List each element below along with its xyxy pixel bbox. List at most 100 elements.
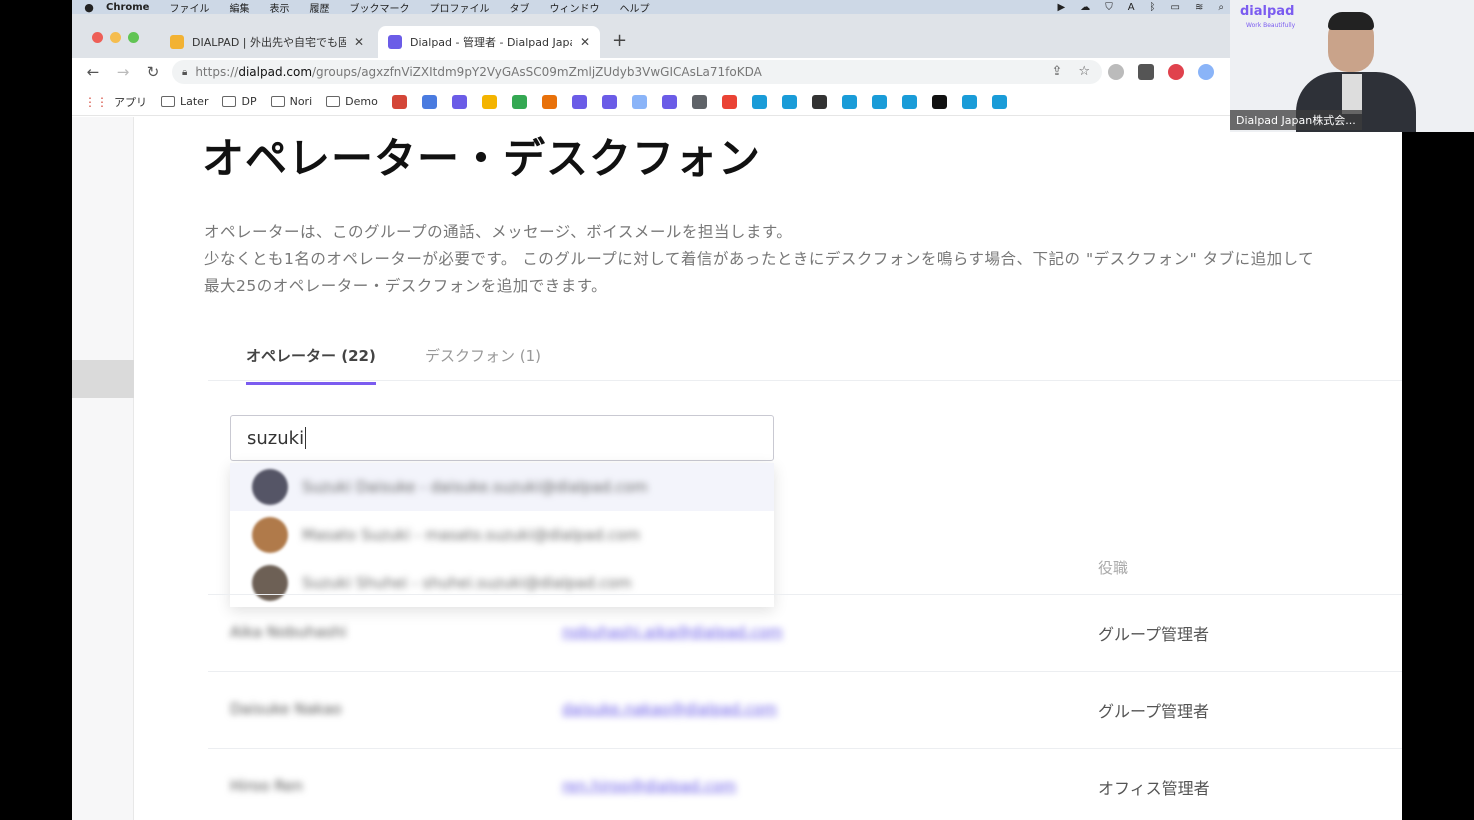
close-tab-icon[interactable]: ✕ — [354, 35, 364, 49]
avatar — [252, 469, 288, 505]
menu-help[interactable]: ヘルプ — [619, 0, 649, 15]
browser-window: DIALPAD | 外出先や自宅でも固定 ✕ Dialpad - 管理者 - D… — [72, 14, 1402, 820]
bookmark-label: Demo — [345, 95, 378, 108]
bookmark-favicon-icon[interactable] — [691, 94, 707, 109]
menu-view[interactable]: 表示 — [269, 0, 289, 15]
extension-icon[interactable] — [1168, 64, 1184, 80]
battery-icon[interactable]: ▭ — [1171, 2, 1180, 13]
browser-tab-dialpad-lp[interactable]: DIALPAD | 外出先や自宅でも固定 ✕ — [160, 26, 374, 58]
extension-icon[interactable] — [1198, 64, 1214, 80]
menu-edit[interactable]: 編集 — [229, 0, 249, 15]
back-icon[interactable]: ← — [78, 63, 108, 81]
browser-toolbar: ← → ↻ 🔒︎ https://dialpad.com/groups/agxz… — [72, 58, 1402, 86]
zoom-window-button[interactable] — [128, 32, 139, 43]
menu-profile[interactable]: プロファイル — [429, 0, 489, 15]
bookmark-favicon-icon[interactable] — [451, 94, 467, 109]
close-window-button[interactable] — [92, 32, 103, 43]
bookmark-folder-later[interactable]: Later — [161, 95, 208, 108]
row-role: グループ管理者 — [1098, 702, 1210, 721]
tab-operators[interactable]: オペレーター (22) — [246, 345, 376, 385]
row-name: Hiroo Ren — [230, 777, 303, 795]
avatar — [252, 517, 288, 553]
bookmark-apps[interactable]: ⋮⋮ アプリ — [84, 94, 147, 110]
tab-deskphones[interactable]: デスクフォン (1) — [425, 345, 541, 382]
description-line-2: 少なくとも1名のオペレーターが必要です。 このグループに対して着信があったときに… — [204, 250, 1315, 268]
presenter-shirt — [1342, 74, 1362, 114]
extension-icons — [1108, 64, 1214, 80]
tab-title: Dialpad - 管理者 - Dialpad Japa — [410, 36, 572, 49]
bookmark-favicon-icon[interactable] — [511, 94, 527, 109]
bookmark-label: Nori — [289, 95, 313, 108]
suggestion-item[interactable]: Suzuki Daisuke - daisuke.suzuki@dialpad.… — [230, 463, 774, 511]
close-tab-icon[interactable]: ✕ — [580, 35, 590, 49]
table-row[interactable]: Daisuke Nakao daisuke.nakao@dialpad.com … — [208, 671, 1402, 748]
row-email-link[interactable]: nobuhashi.aika@dialpad.com — [562, 623, 783, 641]
bookmark-favicon-icon[interactable] — [601, 94, 617, 109]
apple-menu-icon[interactable]: ● — [72, 1, 106, 14]
bookmark-star-icon[interactable]: ☆ — [1078, 64, 1090, 79]
bookmark-folder-nori[interactable]: Nori — [270, 95, 313, 108]
bookmark-favicon-icon[interactable] — [991, 94, 1007, 109]
menu-file[interactable]: ファイル — [169, 0, 209, 15]
shield-icon[interactable]: ⛉ — [1105, 2, 1113, 13]
text-caret — [305, 427, 307, 449]
row-email-link[interactable]: daisuke.nakao@dialpad.com — [562, 700, 777, 718]
left-nav — [72, 117, 134, 820]
bookmark-favicon-icon[interactable] — [931, 94, 947, 109]
bookmark-favicon-icon[interactable] — [811, 94, 827, 109]
search-value: suzuki — [247, 427, 305, 449]
browser-tab-dialpad-admin[interactable]: Dialpad - 管理者 - Dialpad Japa ✕ — [378, 26, 600, 58]
bookmark-favicon-icon[interactable] — [751, 94, 767, 109]
spotlight-search-icon[interactable]: ⌕ — [1218, 2, 1224, 13]
extension-icon[interactable] — [1108, 64, 1124, 80]
left-nav-selected-item[interactable] — [72, 360, 134, 398]
wifi-icon[interactable]: ≋ — [1195, 2, 1203, 13]
url-path: /groups/agxzfnViZXItdm9pY2VyGAsSC09mZmlj… — [312, 65, 762, 79]
menu-history[interactable]: 履歴 — [309, 0, 329, 15]
bookmark-favicon-icon[interactable] — [421, 94, 437, 109]
suggestion-text: Suzuki Shuhei - shuhei.suzuki@dialpad.co… — [302, 574, 632, 592]
suggestion-item[interactable]: Masato Suzuki - masato.suzuki@dialpad.co… — [230, 511, 774, 559]
extension-icon[interactable] — [1138, 64, 1154, 80]
bookmark-folder-demo[interactable]: Demo — [326, 95, 378, 108]
bookmark-favicon-icon[interactable] — [661, 94, 677, 109]
bookmark-favicon-icon[interactable] — [781, 94, 797, 109]
url-prefix: https:// — [195, 65, 239, 79]
bookmark-favicon-icon[interactable] — [541, 94, 557, 109]
bookmark-favicon-icon[interactable] — [481, 94, 497, 109]
new-tab-button[interactable]: + — [612, 30, 627, 51]
bluetooth-icon[interactable]: ᛒ — [1150, 2, 1156, 13]
lock-icon[interactable]: 🔒︎ — [182, 67, 187, 78]
share-icon[interactable]: ⇪ — [1051, 64, 1062, 79]
text-input-icon[interactable]: A — [1128, 2, 1135, 13]
forward-icon[interactable]: → — [108, 63, 138, 81]
suggestion-text: Suzuki Daisuke - daisuke.suzuki@dialpad.… — [302, 478, 648, 496]
bookmark-favicon-icon[interactable] — [871, 94, 887, 109]
menu-tab[interactable]: タブ — [509, 0, 529, 15]
bookmark-favicon-icon[interactable] — [391, 94, 407, 109]
play-icon[interactable]: ▶ — [1058, 2, 1066, 13]
table-row[interactable]: Hiroo Ren ren.hiroo@dialpad.com オフィス管理者 — [208, 748, 1402, 820]
bookmarks-bar: ⋮⋮ アプリ Later DP Nori Demo — [72, 88, 1402, 116]
menu-bookmarks[interactable]: ブックマーク — [349, 0, 409, 15]
bookmark-favicon-icon[interactable] — [901, 94, 917, 109]
minimize-window-button[interactable] — [110, 32, 121, 43]
bookmark-favicon-icon[interactable] — [841, 94, 857, 109]
table-row[interactable]: Aika Nobuhashi nobuhashi.aika@dialpad.co… — [208, 594, 1402, 671]
address-bar[interactable]: 🔒︎ https://dialpad.com/groups/agxzfnViZX… — [172, 60, 1102, 84]
apps-grid-icon: ⋮⋮ — [84, 94, 108, 109]
menu-window[interactable]: ウィンドウ — [549, 0, 599, 15]
row-role: オフィス管理者 — [1098, 779, 1210, 798]
bookmark-favicon-icon[interactable] — [571, 94, 587, 109]
cloud-icon[interactable]: ☁ — [1080, 2, 1090, 13]
operator-search-input[interactable]: suzuki — [230, 415, 774, 461]
bookmark-favicon-icon[interactable] — [721, 94, 737, 109]
url-host: dialpad.com — [238, 65, 313, 79]
folder-icon — [222, 96, 237, 107]
bookmark-favicon-icon[interactable] — [961, 94, 977, 109]
bookmark-favicon-icon[interactable] — [631, 94, 647, 109]
row-email-link[interactable]: ren.hiroo@dialpad.com — [562, 777, 736, 795]
reload-icon[interactable]: ↻ — [138, 63, 168, 81]
menu-chrome[interactable]: Chrome — [106, 2, 149, 13]
bookmark-folder-dp[interactable]: DP — [222, 95, 257, 108]
